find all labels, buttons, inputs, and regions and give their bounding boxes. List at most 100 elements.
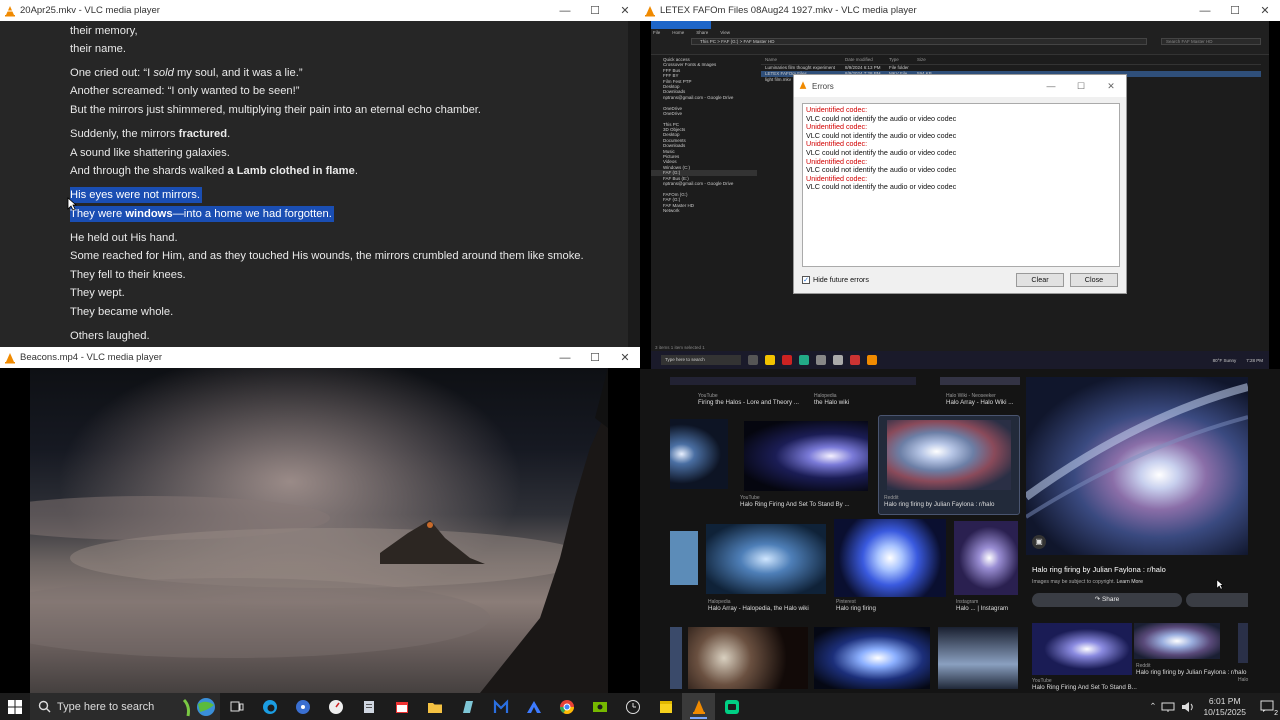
vlc-cone-icon [5, 5, 15, 16]
recorded-search: Type here to search [661, 355, 741, 365]
result-image[interactable] [814, 627, 930, 689]
start-button[interactable] [0, 693, 30, 720]
app-button[interactable] [451, 693, 484, 720]
result-image[interactable] [954, 521, 1018, 595]
hide-future-errors-checkbox[interactable]: ✓ Hide future errors [802, 275, 869, 284]
chrome-app[interactable] [550, 693, 583, 720]
m-app-icon [493, 698, 508, 713]
app-button[interactable] [649, 693, 682, 720]
result-caption[interactable]: Instagram Halo ... | Instagram [956, 599, 1008, 612]
result-caption[interactable]: YouTube Firing the Halos - Lore and Theor… [698, 393, 799, 406]
vlc-app[interactable] [682, 693, 715, 720]
dialog-title: Errors [812, 81, 834, 91]
app-button[interactable] [583, 693, 616, 720]
edge-app[interactable] [253, 693, 286, 720]
vlc-window-letex[interactable]: LETEX FAFOm Files 08Aug24 1927.mkv - VLC… [640, 0, 1280, 369]
result-caption[interactable]: YouTube Halo Ring Firing And Set To Stand… [740, 495, 850, 508]
result-caption[interactable]: Pinterest Halo ring firing [836, 599, 876, 612]
result-image[interactable] [688, 627, 808, 689]
dialog-maximize-button[interactable]: ☐ [1066, 81, 1096, 92]
text-line: their name. [70, 43, 126, 55]
video-frame[interactable]: File Home Share View This PC > FAF (G:) … [640, 21, 1280, 369]
result-caption[interactable]: Reddit Halo ring firing by Julian Faylona… [884, 495, 994, 508]
taskbar-search-box[interactable]: Type here to search [30, 693, 220, 720]
result-caption[interactable]: Halo Wiki - Neoseeker Halo Array - Halo W… [946, 393, 1013, 406]
close-button[interactable]: ✕ [1250, 4, 1280, 17]
related-image[interactable] [1238, 623, 1248, 663]
window-titlebar[interactable]: Beacons.mp4 - VLC media player — ☐ ✕ [0, 347, 640, 368]
result-image[interactable] [744, 421, 868, 491]
maximize-button[interactable]: ☐ [1220, 4, 1250, 17]
errors-dialog[interactable]: Errors — ☐ ✕ Unidentified codec: VLC cou… [793, 74, 1127, 294]
result-caption[interactable]: Halopedia the Halo wiki [814, 393, 849, 406]
video-frame[interactable]: their memory, their name. One cried out:… [0, 21, 628, 347]
result-image[interactable] [670, 377, 916, 385]
chevron-up-icon[interactable]: ⌃ [1144, 701, 1161, 712]
app-button[interactable] [385, 693, 418, 720]
preview-image[interactable] [1026, 377, 1248, 555]
result-image[interactable] [706, 524, 826, 594]
app-button[interactable] [352, 693, 385, 720]
calendar-app-icon [395, 701, 408, 713]
visual-search-icon[interactable]: ▣ [1032, 535, 1046, 549]
checkbox-check-icon[interactable]: ✓ [802, 275, 810, 284]
related-caption[interactable]: YouTube Halo Ring Firing And Set To Stand… [1032, 678, 1137, 691]
result-image[interactable] [938, 627, 1018, 689]
chat-app-icon [724, 699, 739, 714]
window-titlebar[interactable]: 20Apr25.mkv - VLC media player — ☐ ✕ [0, 0, 640, 21]
app-button[interactable] [286, 693, 319, 720]
maximize-button[interactable]: ☐ [580, 4, 610, 17]
text-line-selected: His eyes were not mirrors. [70, 187, 202, 203]
scrollbar[interactable] [628, 21, 640, 347]
learn-more-link[interactable]: Learn More [1116, 579, 1143, 585]
vlc-window-beacons[interactable]: Beacons.mp4 - VLC media player — ☐ ✕ [0, 347, 640, 693]
maximize-button[interactable]: ☐ [580, 351, 610, 364]
dialog-minimize-button[interactable]: — [1036, 81, 1066, 92]
app-button[interactable] [715, 693, 748, 720]
video-frame-mountain[interactable] [30, 368, 608, 693]
close-button[interactable]: ✕ [610, 351, 640, 364]
task-view-button[interactable] [220, 693, 253, 720]
result-image[interactable] [670, 419, 728, 489]
recorded-tray: 80°F Sunny 7:28 PM [1213, 358, 1269, 363]
error-log[interactable]: Unidentified codec: VLC could not identi… [802, 103, 1120, 267]
volume-icon[interactable] [1181, 701, 1195, 713]
text-line: They fell to their knees. [70, 269, 186, 281]
shape-app-icon [462, 700, 473, 713]
app-button[interactable] [484, 693, 517, 720]
result-caption[interactable]: Halopedia Halo Array - Halopedia, the Hal… [708, 599, 809, 612]
app-button[interactable] [616, 693, 649, 720]
address-bar: This PC > FAF (G:) > FAF Master HD [691, 38, 1147, 45]
minimize-button[interactable]: — [550, 5, 580, 17]
related-image[interactable] [1032, 623, 1132, 675]
minimize-button[interactable]: — [1190, 5, 1220, 17]
file-explorer-app[interactable] [418, 693, 451, 720]
app-button[interactable] [319, 693, 352, 720]
notification-center-button[interactable]: 2 [1254, 693, 1280, 720]
save-button[interactable] [1186, 593, 1248, 607]
close-button[interactable]: ✕ [610, 4, 640, 17]
result-image[interactable] [670, 627, 682, 689]
chrome-icon [559, 699, 574, 714]
related-caption[interactable]: Reddit Halo ring firing by Julian Faylona… [1136, 663, 1246, 676]
text-line: A sound like shattering galaxies. [70, 147, 230, 159]
network-icon[interactable] [1161, 701, 1175, 713]
result-image[interactable] [940, 377, 1020, 385]
clock-app-icon [625, 699, 640, 714]
related-caption[interactable]: Halo [1238, 677, 1248, 683]
close-dialog-button[interactable]: Close [1070, 273, 1118, 287]
dialog-titlebar[interactable]: Errors — ☐ ✕ [794, 75, 1126, 97]
result-image[interactable] [834, 519, 946, 597]
vlc-window-20apr25[interactable]: 20Apr25.mkv - VLC media player — ☐ ✕ the… [0, 0, 640, 347]
taskbar-clock[interactable]: 6:01 PM 10/15/2025 [1195, 696, 1254, 718]
clear-button[interactable]: Clear [1016, 273, 1064, 287]
minimize-button[interactable]: — [550, 352, 580, 364]
dialog-close-button[interactable]: ✕ [1096, 81, 1126, 92]
vlc-cone-icon [692, 699, 705, 714]
share-button[interactable]: ↷ Share [1032, 593, 1182, 607]
related-image[interactable] [1134, 623, 1220, 659]
app-button[interactable] [517, 693, 550, 720]
image-search-results[interactable]: YouTube Firing the Halos - Lore and Theor… [640, 369, 1280, 693]
result-image[interactable] [670, 531, 698, 585]
window-titlebar[interactable]: LETEX FAFOm Files 08Aug24 1927.mkv - VLC… [640, 0, 1280, 21]
